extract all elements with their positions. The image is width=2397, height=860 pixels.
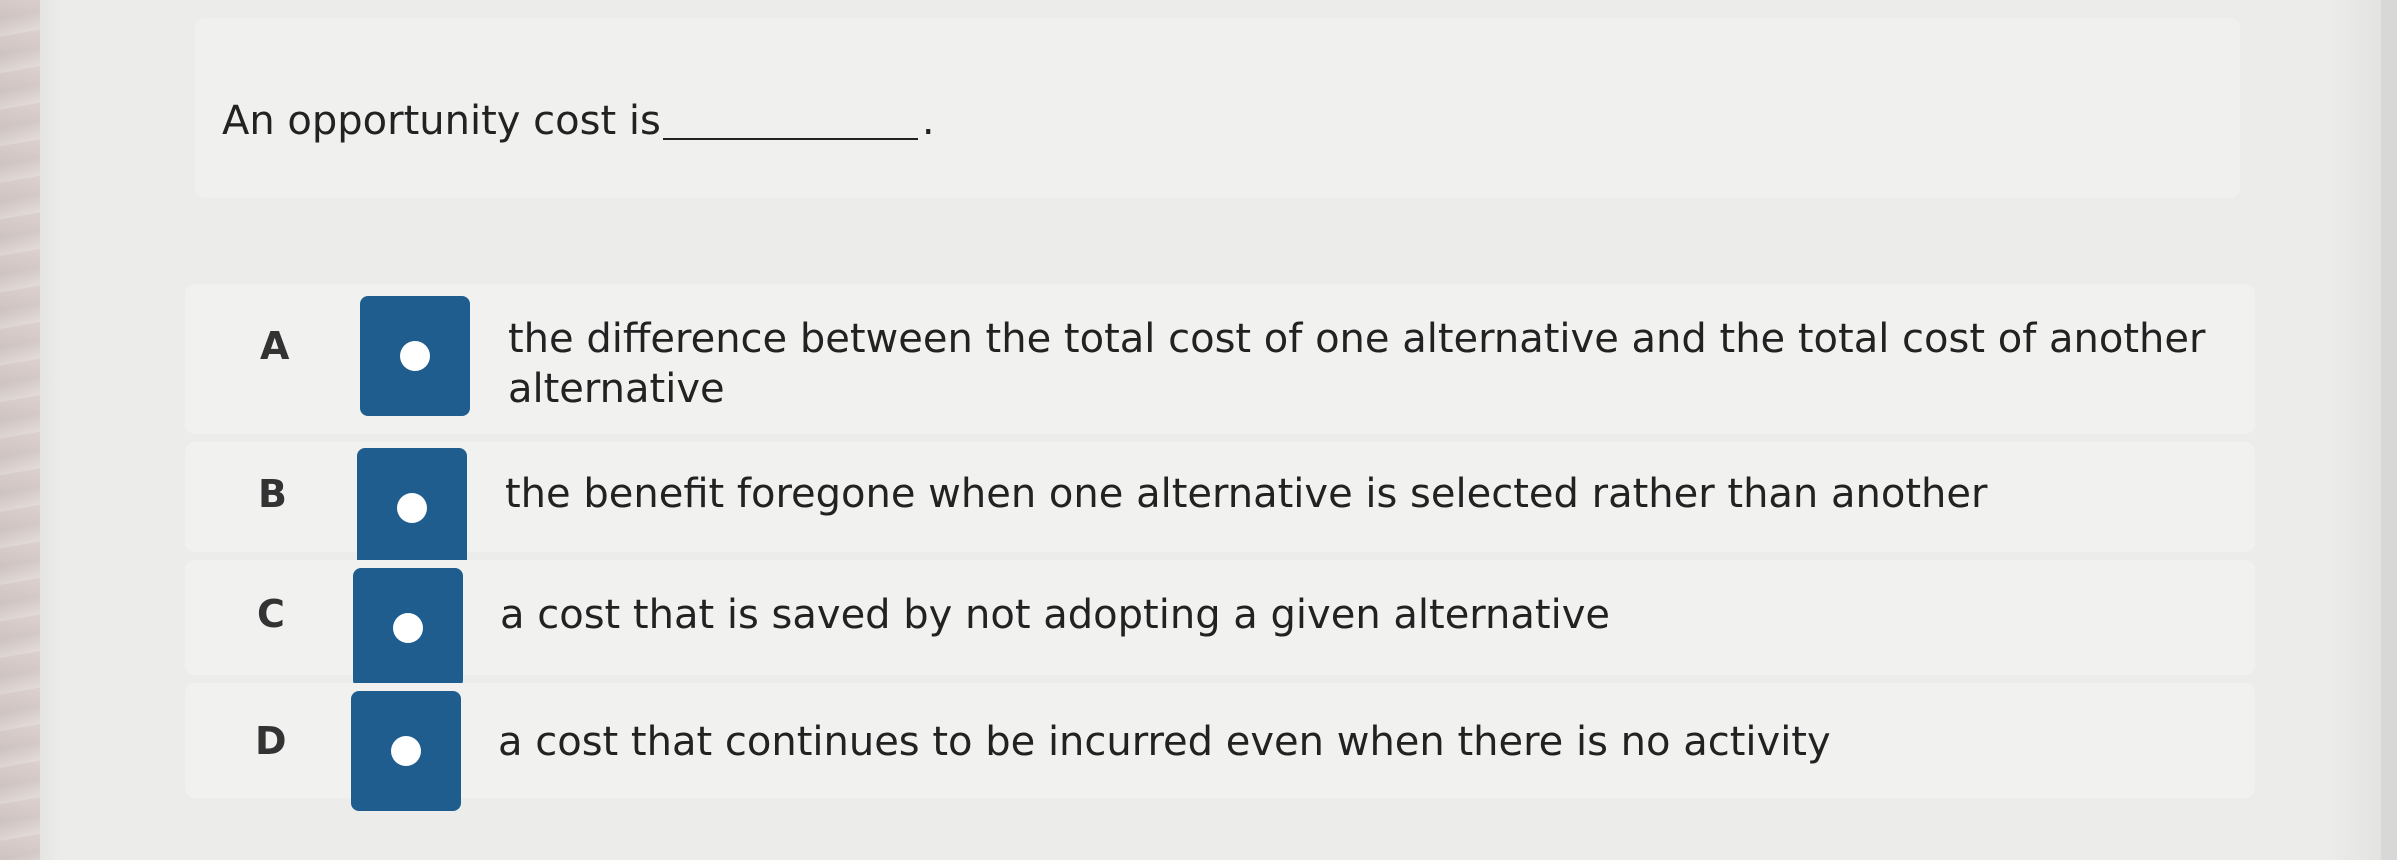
question-prefix: An opportunity cost is [222, 98, 661, 144]
question-stem: An opportunity cost is. [222, 86, 935, 149]
question-suffix: . [921, 98, 935, 144]
answer-blank [662, 92, 918, 140]
option-row-c[interactable]: C a cost that is saved by not adopting a… [185, 560, 2255, 688]
background-edge [0, 0, 40, 860]
option-text[interactable]: a cost that is saved by not adopting a g… [500, 590, 2200, 640]
option-letter: D [255, 719, 287, 763]
option-text[interactable]: the difference between the total cost of… [508, 314, 2208, 414]
option-letter: A [260, 324, 290, 368]
option-letter: B [258, 472, 287, 516]
option-a-radio-button[interactable] [360, 296, 470, 416]
radio-dot-icon [397, 493, 427, 523]
option-b-radio-button[interactable] [357, 448, 467, 568]
radio-dot-icon [400, 341, 430, 371]
background-edge-right [2381, 0, 2397, 860]
option-row-d[interactable]: D a cost that continues to be incurred e… [185, 683, 2255, 811]
option-row-b[interactable]: B the benefit foregone when one alternat… [185, 442, 2255, 568]
radio-dot-icon [391, 736, 421, 766]
option-letter: C [257, 592, 285, 636]
option-row-a[interactable]: A the difference between the total cost … [185, 284, 2255, 434]
option-c-radio-button[interactable] [353, 568, 463, 688]
radio-dot-icon [393, 613, 423, 643]
option-text[interactable]: the benefit foregone when one alternativ… [505, 469, 2205, 519]
option-text[interactable]: a cost that continues to be incurred eve… [498, 717, 2198, 767]
option-d-radio-button[interactable] [351, 691, 461, 811]
